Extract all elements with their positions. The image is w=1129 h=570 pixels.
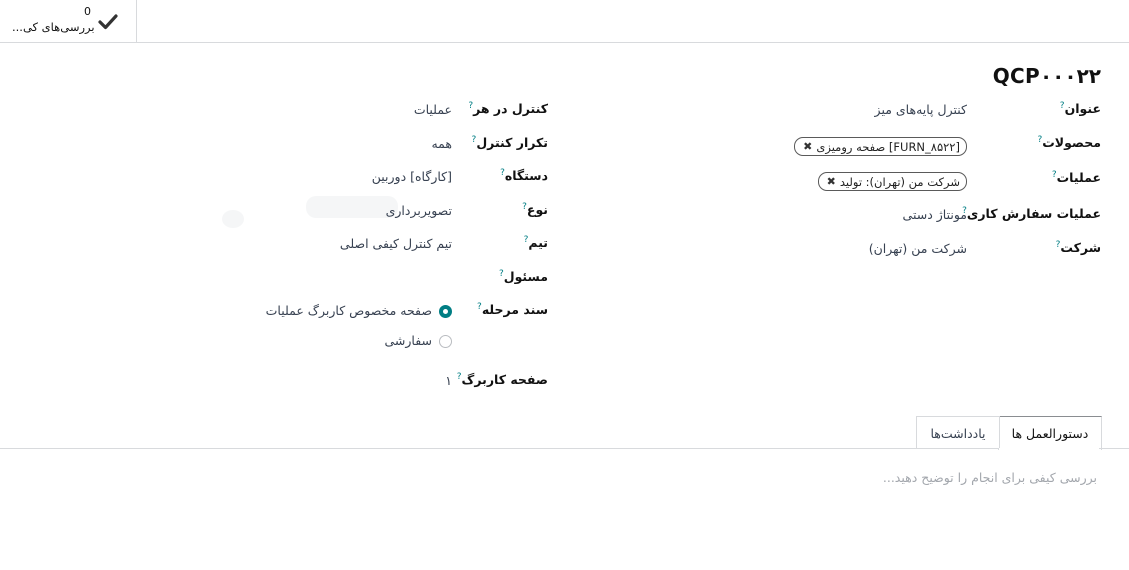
blurred-placeholder	[306, 196, 398, 218]
responsible-label-text: مسئول	[503, 269, 548, 285]
workorder-operation-label-text: عملیات سفارش کاری	[966, 206, 1101, 222]
company-label-text: شرکت	[1060, 240, 1101, 256]
product-tag[interactable]: [FURN_۸۵۲۲] صفحه رومیزی ✖	[794, 137, 967, 156]
operations-field-label: عملیات?	[1050, 170, 1101, 185]
tab-instructions[interactable]: دستورالعمل ها	[998, 416, 1102, 450]
control-panel: 0 بررسی‌های کی...	[0, 0, 1129, 43]
device-field-label: دستگاه?	[498, 168, 548, 183]
active-tab-gap	[999, 448, 1099, 449]
step-document-radio-worksheet[interactable]	[439, 305, 452, 318]
worksheet-page-label-text: صفحه کاربرگ	[461, 372, 548, 388]
check-icon	[98, 14, 118, 30]
tabs-divider	[0, 448, 1129, 449]
device-label-text: دستگاه	[504, 168, 548, 184]
remove-tag-icon[interactable]: ✖	[803, 140, 812, 153]
responsible-field-input[interactable]	[272, 270, 452, 286]
record-title: QCP۰۰۰۲۲	[992, 64, 1101, 88]
worksheet-page-field-label: صفحه کاربرگ?	[455, 372, 548, 387]
workorder-operation-field-label: عملیات سفارش کاری?	[960, 206, 1101, 221]
worksheet-page-field-value[interactable]: ۱	[445, 373, 452, 388]
type-label-text: نوع	[526, 202, 548, 218]
control-per-label-text: کنترل در هر	[473, 101, 548, 117]
remove-tag-icon[interactable]: ✖	[827, 175, 836, 188]
title-label-text: عنوان	[1064, 101, 1101, 117]
tab-notes[interactable]: یادداشت‌ها	[916, 416, 1000, 449]
type-field-value[interactable]: تصویربرداری	[386, 203, 452, 218]
device-field-value[interactable]: [کارگاه] دوربین	[372, 169, 452, 184]
company-field-value[interactable]: شرکت من (تهران)	[869, 241, 967, 256]
control-per-field-label: کنترل در هر?	[466, 101, 548, 116]
product-tag-label: [FURN_۸۵۲۲] صفحه رومیزی	[816, 139, 960, 154]
type-field-label: نوع?	[520, 202, 548, 217]
operations-label-text: عملیات	[1056, 170, 1101, 186]
products-label-text: محصولات	[1042, 135, 1101, 151]
blurred-placeholder	[222, 210, 244, 228]
operation-tag-label: شرکت من (تهران): تولید	[839, 174, 960, 189]
control-frequency-field-label: تکرار کنترل?	[470, 135, 548, 150]
control-frequency-label-text: تکرار کنترل	[476, 135, 548, 151]
radio-label-custom[interactable]: سفارشی	[384, 333, 432, 348]
team-field-label: تیم?	[522, 235, 548, 250]
workorder-operation-field-value[interactable]: مونتاژ دستی	[903, 207, 967, 222]
instructions-editor[interactable]: بررسی کیفی برای انجام را توضیح دهید...	[883, 470, 1097, 485]
step-document-label-text: سند مرحله	[481, 302, 548, 318]
control-frequency-field-value[interactable]: همه	[431, 136, 452, 151]
quality-checks-count: 0	[84, 5, 91, 18]
team-label-text: تیم	[528, 235, 548, 251]
title-field-value[interactable]: کنترل پایه‌های میز	[875, 102, 967, 117]
step-document-radio-custom[interactable]	[439, 335, 452, 348]
team-field-value[interactable]: تیم کنترل کیفی اصلی	[340, 236, 452, 251]
quality-checks-smart-button[interactable]: 0 بررسی‌های کی...	[0, 0, 137, 42]
control-per-field-value[interactable]: عملیات	[414, 102, 452, 117]
step-document-field-label: سند مرحله?	[475, 302, 548, 317]
responsible-field-label: مسئول?	[497, 269, 548, 284]
products-field-label: محصولات?	[1035, 135, 1101, 150]
title-field-label: عنوان?	[1058, 101, 1101, 116]
operation-tag[interactable]: شرکت من (تهران): تولید ✖	[817, 172, 967, 191]
quality-checks-label: بررسی‌های کی...	[12, 20, 95, 34]
radio-label-worksheet[interactable]: صفحه مخصوص کاربرگ عملیات	[266, 303, 432, 318]
company-field-label: شرکت?	[1054, 240, 1101, 255]
